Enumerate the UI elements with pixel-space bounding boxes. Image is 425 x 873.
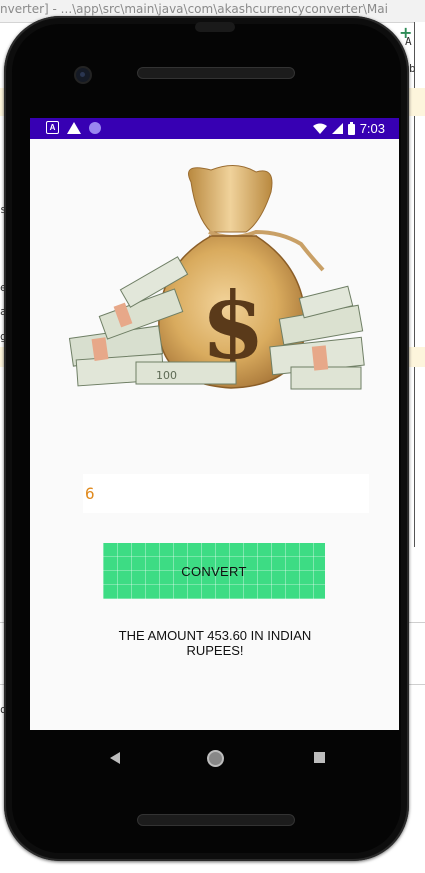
amount-input[interactable] [83, 474, 369, 513]
status-bar: A 7:03 [30, 118, 399, 139]
signal-icon [331, 123, 343, 134]
circle-notification-icon [89, 121, 101, 134]
device-top-notch [195, 22, 235, 32]
wifi-icon [312, 123, 327, 134]
device-frame: A 7:03 $ 100 6 CONVERT THE AMOUNT 453.60… [4, 16, 409, 861]
home-icon[interactable] [207, 750, 224, 767]
ide-fragment: b [409, 62, 416, 75]
earpiece-speaker [137, 67, 295, 79]
app-screen: A 7:03 $ 100 6 CONVERT THE AMOUNT 453.60… [30, 118, 399, 730]
bottom-speaker [137, 814, 295, 826]
battery-icon [347, 122, 355, 135]
svg-text:100: 100 [156, 369, 177, 382]
result-text: THE AMOUNT 453.60 IN INDIAN RUPEES! [118, 628, 312, 658]
navigation-bar [30, 730, 399, 785]
device-bezel: A 7:03 $ 100 6 CONVERT THE AMOUNT 453.60… [12, 22, 401, 853]
back-icon[interactable] [110, 752, 120, 764]
money-bag-illustration: $ 100 [68, 165, 365, 390]
warning-icon [67, 121, 81, 134]
status-time: 7:03 [359, 121, 385, 136]
a-notification-icon: A [46, 121, 59, 134]
recents-icon[interactable] [314, 752, 325, 763]
ide-fragment: A [405, 35, 412, 48]
front-camera-icon [74, 66, 92, 84]
convert-button[interactable]: CONVERT [103, 543, 325, 599]
